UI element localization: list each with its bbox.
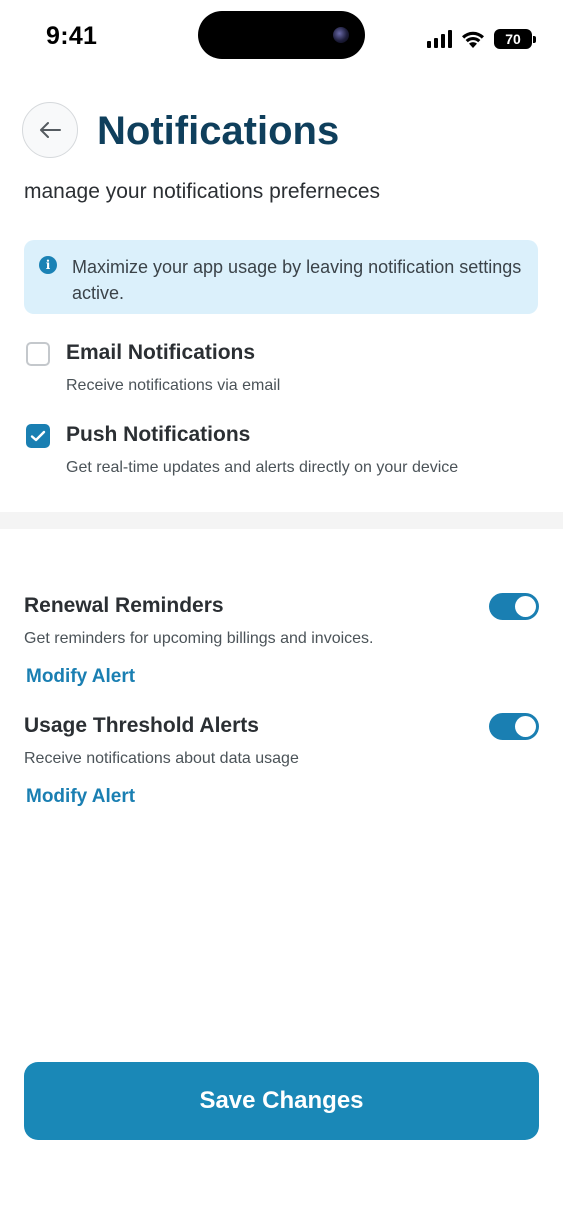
status-time: 9:41 [46,22,98,50]
usage-threshold-alerts-description: Receive notifications about data usage [24,750,299,767]
arrow-left-icon [40,122,61,138]
email-notifications-description: Receive notifications via email [66,377,281,394]
battery-level: 70 [494,29,532,49]
page-subtitle: manage your notifications preferneces [24,180,381,203]
renewal-reminders-description: Get reminders for upcoming billings and … [24,630,374,647]
signal-icon [427,30,452,48]
usage-threshold-alerts-row: Usage Threshold Alerts Receive notificat… [24,713,539,813]
usage-threshold-alerts-modify-link[interactable]: Modify Alert [26,785,135,809]
usage-threshold-alerts-toggle[interactable] [489,713,539,740]
checkmark-icon [30,430,46,442]
dynamic-island [198,11,365,59]
push-notifications-checkbox[interactable] [26,424,50,448]
status-icons: 70 [427,28,536,50]
push-notifications-title: Push Notifications [66,423,251,446]
back-button[interactable] [22,102,78,158]
toggle-knob [515,596,536,617]
save-changes-button[interactable]: Save Changes [24,1062,539,1140]
info-icon: i [39,256,57,274]
renewal-reminders-modify-link[interactable]: Modify Alert [26,665,135,689]
status-bar: 9:41 70 [0,0,563,80]
info-banner-text: Maximize your app usage by leaving notif… [72,257,522,303]
wifi-icon [462,31,484,48]
email-notifications-title: Email Notifications [66,341,256,364]
usage-threshold-alerts-title: Usage Threshold Alerts [24,714,259,737]
page-title: Notifications [97,109,340,153]
camera-icon [333,27,349,43]
battery-icon: 70 [494,29,536,49]
push-notifications-option[interactable]: Push Notifications Get real-time updates… [26,422,536,478]
toggle-knob [515,716,536,737]
renewal-reminders-title: Renewal Reminders [24,594,224,617]
push-notifications-description: Get real-time updates and alerts directl… [66,459,459,476]
renewal-reminders-row: Renewal Reminders Get reminders for upco… [24,593,539,693]
email-notifications-option[interactable]: Email Notifications Receive notification… [26,340,536,396]
email-notifications-checkbox[interactable] [26,342,50,366]
section-divider [0,512,563,529]
info-banner: i Maximize your app usage by leaving not… [24,240,538,314]
renewal-reminders-toggle[interactable] [489,593,539,620]
